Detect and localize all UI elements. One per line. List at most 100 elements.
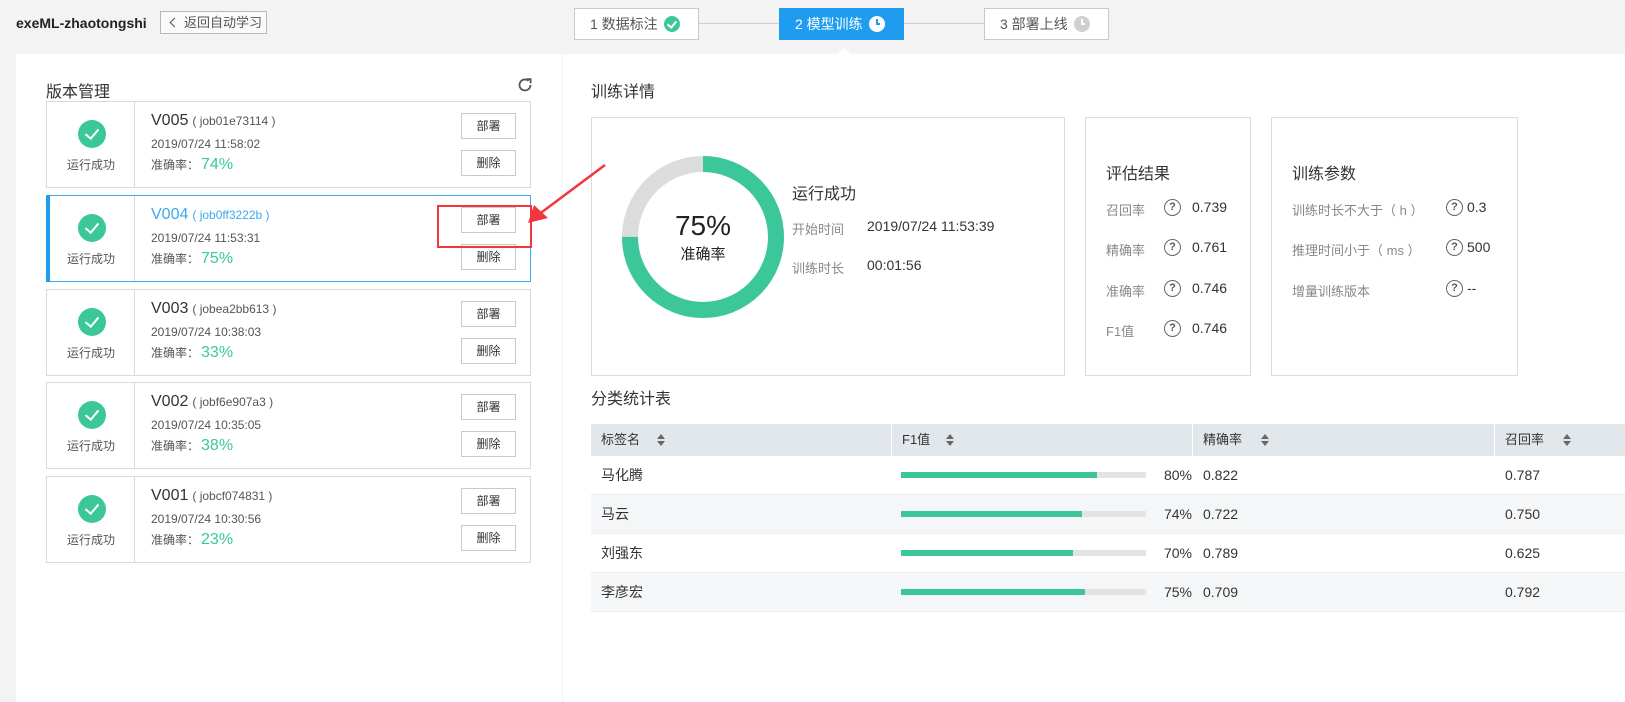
version-status: 运行成功 — [47, 102, 135, 187]
f1-bar — [901, 472, 1146, 478]
version-date: 2019/07/24 10:30:56 — [151, 512, 262, 526]
f1-bar-fill — [901, 589, 1085, 595]
status-text: 运行成功 — [66, 252, 115, 266]
cell-recall: 0.787 — [1505, 467, 1541, 483]
f1-bar — [901, 589, 1146, 595]
sort-icon[interactable] — [946, 434, 954, 446]
success-check-icon — [78, 214, 106, 242]
success-check-icon — [78, 308, 106, 336]
success-check-icon — [78, 495, 106, 523]
start-time-label: 开始时间 — [792, 222, 845, 237]
step-connector — [904, 23, 984, 24]
annotation-highlight-box — [437, 205, 532, 248]
version-accuracy: 准确率： 38% — [151, 437, 234, 454]
version-status: 运行成功 — [47, 196, 135, 281]
step-connector — [699, 23, 779, 24]
accuracy-label: 准确率 — [680, 246, 726, 263]
chevron-left-icon — [169, 17, 180, 28]
table-row: 李彦宏 75% 0.709 0.792 — [591, 573, 1625, 612]
help-icon[interactable]: ? — [1164, 320, 1181, 337]
back-to-automl-button[interactable]: 返回自动学习 — [160, 11, 267, 34]
start-time-value: 2019/07/24 11:53:39 — [867, 218, 995, 234]
top-bar: exeML-zhaotongshi 返回自动学习 1 数据标注 2 模型训练 3… — [0, 0, 1625, 55]
version-name: V005( job01e73114 ) — [151, 112, 276, 129]
class-stats-title: 分类统计表 — [591, 391, 672, 408]
cell-precision: 0.789 — [1203, 545, 1239, 561]
job-id: ( jobf6e907a3 ) — [192, 395, 274, 409]
f1-bar — [901, 550, 1146, 556]
version-accuracy: 准确率： 74% — [151, 156, 234, 173]
version-management-title: 版本管理 — [46, 84, 111, 101]
success-check-icon — [78, 401, 106, 429]
status-text: 运行成功 — [66, 346, 115, 360]
version-card[interactable]: 运行成功 V001( jobcf074831 ) 2019/07/24 10:3… — [46, 476, 531, 563]
version-card[interactable]: 运行成功 V002( jobf6e907a3 ) 2019/07/24 10:3… — [46, 382, 531, 469]
status-text: 运行成功 — [66, 439, 115, 453]
version-date: 2019/07/24 10:35:05 — [151, 418, 262, 432]
version-date: 2019/07/24 10:38:03 — [151, 325, 262, 339]
version-card[interactable]: 运行成功 V005( job01e73114 ) 2019/07/24 11:5… — [46, 101, 531, 188]
version-card[interactable]: 运行成功 V003( jobea2bb613 ) 2019/07/24 10:3… — [46, 289, 531, 376]
step-label: 1 数据标注 — [590, 16, 658, 32]
cell-label: 马云 — [601, 506, 629, 522]
version-management-panel: 版本管理 运行成功 V005( job01e73114 ) 2019/07/24… — [16, 54, 562, 702]
accuracy-percent: 75% — [674, 210, 732, 241]
check-circle-icon — [664, 16, 680, 32]
evaluation-title: 评估结果 — [1106, 166, 1171, 183]
help-icon[interactable]: ? — [1164, 199, 1181, 216]
deploy-button[interactable]: 部署 — [461, 394, 516, 420]
column-header-f1[interactable]: F1值 — [892, 424, 1193, 456]
help-icon[interactable]: ? — [1164, 280, 1181, 297]
deploy-button[interactable]: 部署 — [461, 301, 516, 327]
step-model-training[interactable]: 2 模型训练 — [779, 8, 904, 40]
status-text: 运行成功 — [66, 158, 115, 172]
version-status: 运行成功 — [47, 477, 135, 562]
job-id: ( jobcf074831 ) — [192, 489, 273, 503]
cell-f1: 80% — [1163, 467, 1192, 483]
version-date: 2019/07/24 11:58:02 — [151, 137, 261, 151]
deploy-button[interactable]: 部署 — [461, 488, 516, 514]
cell-precision: 0.722 — [1203, 506, 1239, 522]
duration-value: 00:01:56 — [867, 257, 922, 273]
delete-button[interactable]: 删除 — [461, 338, 516, 364]
param-max-inference-time: 推理时间小于（ ms ） ? 500 — [1292, 239, 1491, 258]
cell-label: 李彦宏 — [601, 584, 643, 600]
deploy-button[interactable]: 部署 — [461, 113, 516, 139]
column-header-label[interactable]: 标签名 — [591, 424, 892, 456]
class-stats-table: 标签名 F1值 精确率 召回率 马化腾 80% 0.822 0.787 马云 7… — [591, 424, 1625, 612]
help-icon[interactable]: ? — [1446, 199, 1463, 216]
evaluation-card: 评估结果 召回率 ? 0.739 精确率 ? 0.761 准确率 ? 0.746… — [1085, 117, 1251, 376]
table-row: 马化腾 80% 0.822 0.787 — [591, 456, 1625, 495]
version-accuracy: 准确率： 75% — [151, 250, 234, 267]
column-header-recall[interactable]: 召回率 — [1495, 424, 1625, 456]
step-label: 2 模型训练 — [795, 16, 863, 32]
column-header-precision[interactable]: 精确率 — [1193, 424, 1495, 456]
param-max-training-time: 训练时长不大于（ h ） ? 0.3 — [1292, 199, 1487, 218]
clock-icon — [869, 16, 885, 32]
sort-icon[interactable] — [1563, 434, 1571, 446]
sort-icon[interactable] — [1261, 434, 1269, 446]
training-params-card: 训练参数 训练时长不大于（ h ） ? 0.3 推理时间小于（ ms ） ? 5… — [1271, 117, 1518, 376]
version-accuracy: 准确率： 33% — [151, 344, 234, 361]
sort-icon[interactable] — [657, 434, 665, 446]
f1-bar-fill — [901, 550, 1073, 556]
cell-recall: 0.750 — [1505, 506, 1541, 522]
job-id: ( job0ff3222b ) — [192, 208, 270, 222]
refresh-icon[interactable] — [516, 76, 534, 94]
clock-icon — [1074, 16, 1090, 32]
help-icon[interactable]: ? — [1164, 239, 1181, 256]
step-deploy[interactable]: 3 部署上线 — [984, 8, 1109, 40]
cell-f1: 70% — [1163, 545, 1192, 561]
help-icon[interactable]: ? — [1446, 239, 1463, 256]
help-icon[interactable]: ? — [1446, 280, 1463, 297]
app-title: exeML-zhaotongshi — [16, 15, 147, 31]
status-text: 运行成功 — [66, 533, 115, 547]
version-status: 运行成功 — [47, 383, 135, 468]
delete-button[interactable]: 删除 — [461, 150, 516, 176]
version-date: 2019/07/24 11:53:31 — [151, 231, 261, 245]
delete-button[interactable]: 删除 — [461, 431, 516, 457]
training-details-panel: 训练详情 75% 准确率 运行成功 开始时间 2019/07/24 11:53:… — [563, 54, 1625, 702]
f1-bar-fill — [901, 472, 1097, 478]
delete-button[interactable]: 删除 — [461, 525, 516, 551]
step-data-labeling[interactable]: 1 数据标注 — [574, 8, 699, 40]
